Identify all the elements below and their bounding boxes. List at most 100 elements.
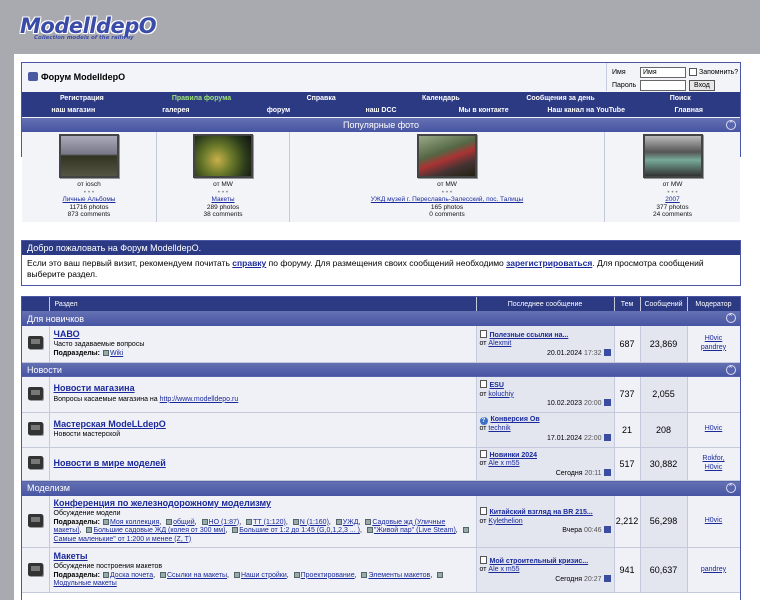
subforum-link[interactable]: Проектирование [301, 572, 355, 579]
nav-rules[interactable]: Правила форума [142, 92, 262, 105]
last-post-author[interactable]: technik [488, 425, 510, 432]
nav-calendar[interactable]: Календарь [381, 92, 501, 105]
forum-title-link[interactable]: Новости в мире моделей [54, 458, 166, 468]
photo-count: 289 photos [206, 203, 240, 211]
forum-title-link[interactable]: Мастерская ModeLLdepO [54, 419, 166, 429]
nav-main[interactable]: Главная [637, 105, 740, 117]
subforum-icon [293, 571, 300, 578]
forum-title-link[interactable]: Конференция по железнодорожному моделизм… [54, 498, 272, 508]
nav-gallery[interactable]: галерея [125, 105, 228, 117]
go-to-last-post-icon[interactable] [603, 468, 611, 476]
last-post-link[interactable]: Мой строительный кризис... [490, 558, 589, 565]
login-button[interactable]: Вход [689, 79, 715, 91]
photo-album-link[interactable]: Макеты [211, 196, 234, 203]
subforum-link[interactable]: Модульные макеты [54, 580, 117, 587]
subforum-link[interactable]: Моя коллекция [110, 519, 159, 526]
post-icon [479, 555, 487, 564]
subforum-icon [335, 518, 342, 525]
subforum-link[interactable]: НО (1:87) [209, 519, 240, 526]
shop-link[interactable]: http://www.modelldepo.ru [160, 396, 239, 403]
subforum-link[interactable]: "Живой пар" (Live Steam) [374, 527, 456, 534]
last-post-author[interactable]: koluchiy [488, 391, 513, 398]
nav-vk[interactable]: Мы в контакте [432, 105, 535, 117]
last-post-by-prefix: от [479, 340, 487, 347]
photo-thumbnail[interactable] [642, 134, 703, 178]
username-input[interactable] [640, 66, 686, 78]
subforum-link[interactable]: Большие садовые ЖД (колея от 300 мм) [93, 527, 225, 534]
forum-title-link[interactable]: ЧАВО [54, 329, 80, 339]
nav-register[interactable]: Регистрация [22, 92, 142, 105]
subforum-link[interactable]: Доска почета [110, 572, 153, 579]
moderator-link[interactable]: H0vic [705, 464, 723, 471]
col-posts: Сообщений [640, 297, 688, 311]
nav-todays-posts[interactable]: Сообщения за день [501, 92, 621, 105]
photo-album-link[interactable]: Личные Альбомы [63, 196, 116, 203]
forum-home-icon[interactable] [28, 72, 38, 81]
site-logo[interactable]: ModelldepO Collection models of the rail… [20, 14, 157, 48]
moderator-link[interactable]: H0vic [705, 517, 723, 524]
forum-title[interactable]: Форум ModelldepO [41, 72, 125, 82]
subforum-link[interactable]: общий [173, 519, 194, 526]
go-to-last-post-icon[interactable] [603, 574, 611, 582]
subforum-link[interactable]: N (1:160) [300, 519, 329, 526]
last-post-link[interactable]: Китайский взгляд на BR 215... [490, 509, 593, 516]
moderator-link[interactable]: H0vic [705, 425, 723, 432]
collapse-icon[interactable]: ⌃ [725, 364, 736, 375]
subforum-link[interactable]: ТТ (1:120) [253, 519, 286, 526]
last-post-link[interactable]: Конверсия Ов [491, 416, 540, 423]
moderator-link[interactable]: pandrey [701, 344, 726, 351]
photo-count: 11716 photos [69, 203, 109, 211]
go-to-last-post-icon[interactable] [603, 433, 611, 441]
subforum-link[interactable]: Wiki [110, 350, 123, 357]
photo-thumbnail[interactable] [417, 134, 477, 178]
category-title[interactable]: Для новичков [27, 314, 84, 324]
last-post-author[interactable]: Ale x m55 [488, 460, 519, 467]
last-post-link[interactable]: Полезные ссылки на... [490, 332, 569, 339]
category-title[interactable]: Моделизм [27, 483, 70, 493]
nav-shop[interactable]: наш магазин [22, 105, 125, 117]
go-to-last-post-icon[interactable] [603, 526, 611, 533]
collapse-icon[interactable]: ⌃ [725, 483, 736, 493]
forum-title-link[interactable]: Макеты [54, 551, 88, 561]
last-post-link[interactable]: Новинки 2024 [490, 452, 538, 459]
nav-youtube[interactable]: Наш канал на YouTube [535, 105, 638, 117]
help-link[interactable]: справку [232, 258, 266, 268]
nav-help[interactable]: Справка [261, 92, 381, 105]
nav-search[interactable]: Поиск [620, 92, 740, 105]
subforum-link[interactable]: Большие от 1:2 до 1:45 (G,0,1,2,3 ... ) [239, 527, 360, 534]
photo-thumbnail[interactable] [59, 134, 119, 178]
nav-forum[interactable]: форум [227, 105, 330, 117]
register-link[interactable]: зарегистрироваться [506, 258, 592, 268]
category-title[interactable]: Новости [27, 365, 62, 375]
subforum-link[interactable]: Самые маленькие" от 1:200 и менее (Z, T) [54, 536, 192, 543]
moderator-link[interactable]: Rokfor, [702, 455, 724, 462]
go-to-last-post-icon[interactable] [603, 399, 611, 406]
subforum-link[interactable]: Ссылки на макеты [167, 572, 227, 579]
page-container: Форум ModelldepO Имя Запомнить? Пароль В… [14, 54, 760, 600]
forum-title-link[interactable]: Новости магазина [54, 383, 135, 393]
subforum-icon [102, 349, 109, 356]
moderator-link[interactable]: H0vic [705, 335, 723, 342]
subforum-icon [86, 527, 93, 533]
subforum-link[interactable]: Наши стройки [241, 572, 287, 579]
last-post-author[interactable]: Ale x m55 [488, 566, 519, 573]
topic-count: 2,212 [614, 495, 641, 548]
remember-checkbox[interactable] [689, 68, 697, 76]
subforum-link[interactable]: Элементы макетов [368, 572, 430, 579]
go-to-last-post-icon[interactable] [603, 348, 611, 356]
last-post-link[interactable]: ESU [490, 382, 504, 389]
photo-thumbnail[interactable] [193, 134, 253, 178]
photo-card: от MW • • • УЖД музей г. Переславль-Зале… [290, 132, 605, 222]
photo-comments: 38 comments [203, 211, 243, 218]
last-post-author[interactable]: Alexmit [488, 340, 511, 347]
last-post-author[interactable]: Kylethelion [488, 518, 522, 525]
photo-album-link[interactable]: УЖД музей г. Переславль-Залесский, пос. … [371, 196, 523, 203]
subforum-link[interactable]: УЖД [343, 519, 359, 526]
password-input[interactable] [640, 79, 686, 91]
photo-album-link[interactable]: 2007 [665, 196, 679, 203]
moderator-link[interactable]: pandrey [701, 566, 726, 573]
last-post-by-prefix: от [479, 425, 487, 432]
collapse-icon[interactable]: ⌃ [725, 313, 736, 323]
nav-dcc[interactable]: наш DCC [330, 105, 433, 117]
collapse-icon[interactable]: ⌃ [726, 120, 736, 130]
